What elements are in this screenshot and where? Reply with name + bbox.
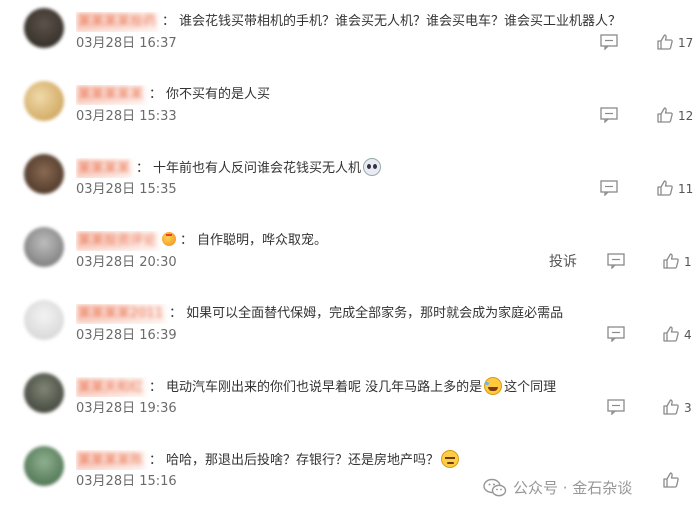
timestamp: 03月28日 15:16 xyxy=(76,474,177,489)
like-icon[interactable] xyxy=(656,179,674,197)
reply-icon[interactable] xyxy=(607,399,625,415)
username[interactable]: 某某某某 xyxy=(76,159,133,178)
timestamp: 03月28日 19:36 xyxy=(76,401,177,416)
avatar[interactable] xyxy=(24,8,64,48)
separator: ： xyxy=(169,306,183,321)
username[interactable]: 某某某某某 xyxy=(76,85,146,105)
reply-icon[interactable] xyxy=(607,253,625,269)
comment-text: 电动汽车刚出来的你们也说早着呢 没几年马路上多的是 xyxy=(166,380,483,395)
reply-icon[interactable] xyxy=(600,180,618,196)
separator: ： xyxy=(149,380,163,395)
reply-icon[interactable] xyxy=(600,34,618,50)
username[interactable]: 某某天和红 xyxy=(76,378,146,397)
avatar[interactable] xyxy=(24,300,64,340)
comment-text: 十年前也有人反问谁会花钱买无人机 xyxy=(153,161,362,176)
laugh-emoji-icon xyxy=(484,377,503,395)
like-count: 3 xyxy=(684,401,692,415)
comment-item: 某某某某2011：如果可以全面替代保姆，完成全部家务，那时就会成为家庭必需品 0… xyxy=(0,292,694,365)
username[interactable]: 某某投资评论 xyxy=(76,231,159,251)
separator: ： xyxy=(136,161,150,176)
timestamp: 03月28日 16:37 xyxy=(76,36,177,51)
comment-text: 如果可以全面替代保姆，完成全部家务，那时就会成为家庭必需品 xyxy=(186,306,564,321)
comment-text: 你不买有的是人买 xyxy=(166,87,271,102)
separator: ： xyxy=(149,87,163,102)
separator: ： xyxy=(149,453,163,468)
comment-text-tail: 这个同理 xyxy=(504,380,557,395)
watermark-text: 公众号 · 金石杂谈 xyxy=(513,479,633,497)
avatar[interactable] xyxy=(24,227,64,267)
like-count: 1 xyxy=(684,255,692,269)
comment-item: 某某某某某：你不买有的是人买 03月28日 15:33 12 xyxy=(0,73,694,146)
username[interactable]: 某某某某投药 xyxy=(76,12,159,32)
avatar[interactable] xyxy=(24,154,64,194)
smirk-emoji-icon xyxy=(441,450,460,468)
like-count: 12 xyxy=(678,109,694,123)
avatar[interactable] xyxy=(24,373,64,413)
comment-text: 谁会花钱买带相机的手机？谁会买无人机？谁会买电车？谁会买工业机器人？ xyxy=(179,14,622,29)
comment-line: 某某某某投药：谁会花钱买带相机的手机？谁会买无人机？谁会买电车？谁会买工业机器人… xyxy=(76,12,688,32)
timestamp: 03月28日 20:30 xyxy=(76,255,177,270)
like-count: 11 xyxy=(678,182,694,196)
watermark: 公众号 · 金石杂谈 xyxy=(483,477,632,499)
timestamp: 03月28日 15:33 xyxy=(76,109,177,124)
comment-line: 某某投资评论 ：自作聪明，哗众取宠。 xyxy=(76,231,688,251)
reply-icon[interactable] xyxy=(600,107,618,123)
reply-icon[interactable] xyxy=(607,326,625,342)
timestamp: 03月28日 15:35 xyxy=(76,182,177,197)
comment-line: 某某某某陈：哈哈，那退出后投啥？存银行？还是房地产吗？ xyxy=(76,450,688,470)
comment-line: 某某某某：十年前也有人反问谁会花钱买无人机 xyxy=(76,158,688,178)
like-icon[interactable] xyxy=(662,252,680,270)
like-icon[interactable] xyxy=(656,106,674,124)
comment-item: 某某投资评论 ：自作聪明，哗众取宠。 03月28日 20:30 投诉 1 xyxy=(0,219,694,292)
username[interactable]: 某某某某2011 xyxy=(76,304,166,324)
like-icon[interactable] xyxy=(662,398,680,416)
cry-emoji-icon xyxy=(363,158,382,176)
like-icon[interactable] xyxy=(656,33,674,51)
avatar[interactable] xyxy=(24,446,64,486)
comment-line: 某某天和红：电动汽车刚出来的你们也说早着呢 没几年马路上多的是 这个同理 xyxy=(76,377,688,397)
username[interactable]: 某某某某陈 xyxy=(76,451,146,470)
like-icon[interactable] xyxy=(662,325,680,343)
like-icon[interactable] xyxy=(662,471,680,489)
like-count: 17 xyxy=(678,36,694,50)
comment-line: 某某某某2011：如果可以全面替代保姆，完成全部家务，那时就会成为家庭必需品 xyxy=(76,304,688,324)
timestamp: 03月28日 16:39 xyxy=(76,328,177,343)
comment-line: 某某某某某：你不买有的是人买 xyxy=(76,85,688,105)
separator: ： xyxy=(162,14,176,29)
avatar[interactable] xyxy=(24,81,64,121)
comment-text: 自作聪明，哗众取宠。 xyxy=(197,233,328,248)
crown-badge-icon xyxy=(162,232,177,246)
comment-item: 某某某某：十年前也有人反问谁会花钱买无人机 03月28日 15:35 11 xyxy=(0,146,694,219)
comment-item: 某某某某陈：哈哈，那退出后投啥？存银行？还是房地产吗？ 03月28日 15:16 xyxy=(0,438,694,511)
separator: ： xyxy=(180,233,194,248)
report-button[interactable]: 投诉 xyxy=(549,253,577,271)
comment-text: 哈哈，那退出后投啥？存银行？还是房地产吗？ xyxy=(166,453,440,468)
comment-item: 某某某某投药：谁会花钱买带相机的手机？谁会买无人机？谁会买电车？谁会买工业机器人… xyxy=(0,0,694,73)
wechat-icon xyxy=(483,478,507,497)
like-count: 4 xyxy=(684,328,692,342)
comment-item: 某某天和红：电动汽车刚出来的你们也说早着呢 没几年马路上多的是 这个同理 03月2… xyxy=(0,365,694,438)
